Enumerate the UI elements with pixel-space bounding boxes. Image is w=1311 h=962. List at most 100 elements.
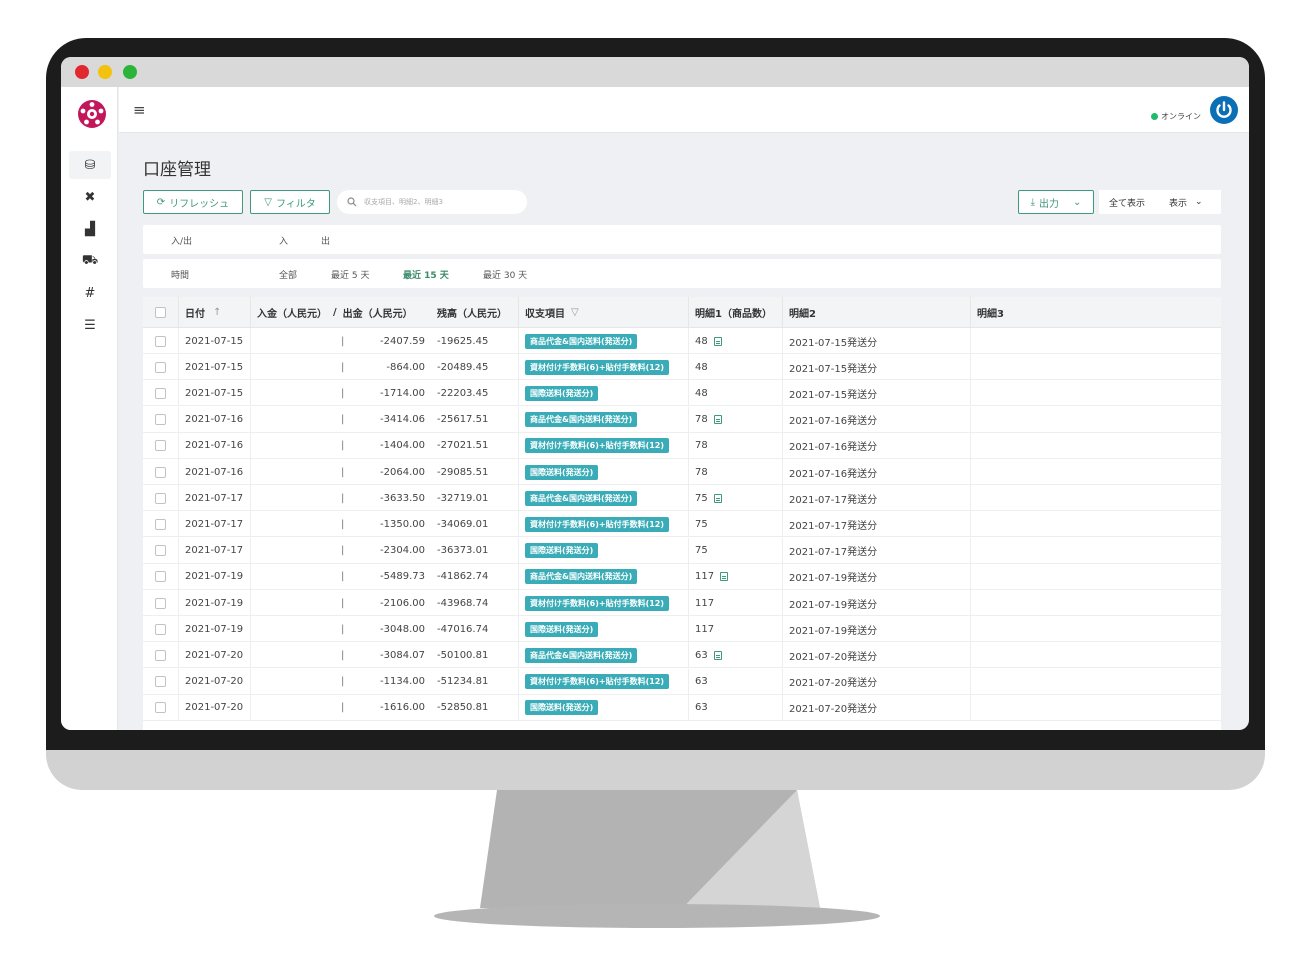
table-row[interactable]: 2021-07-16 | -1404.00 -27021.51 資材付け手数料(6)+貼… [143, 432, 1221, 459]
power-icon[interactable] [1209, 95, 1239, 125]
period-option-30[interactable]: 最近 30 天 [483, 268, 527, 281]
item-cell: 資材付け手数料(6)+貼付手数料(12) [519, 432, 689, 459]
balance-cell: -34069.01 [431, 511, 519, 538]
row-checkbox[interactable] [155, 623, 166, 635]
balance-value: -32719.01 [437, 492, 489, 504]
table-row[interactable]: 2021-07-19 | -3048.00 -47016.74 国際送料(発送分) 117… [143, 616, 1221, 643]
date-value: 2021-07-17 [185, 492, 244, 504]
item-cell: 国際送料(発送分) [519, 459, 689, 485]
detail2-value: 2021-07-17発送分 [789, 520, 878, 532]
table-row[interactable]: 2021-07-17 | -3633.50 -32719.01 商品代金&国内送料(発送… [143, 485, 1221, 512]
sidebar-item-factory[interactable]: ▟ [69, 215, 111, 243]
table-row[interactable]: 2021-07-15 | -2407.59 -19625.45 商品代金&国内送料(発送… [143, 328, 1221, 354]
date-value: 2021-07-19 [185, 571, 244, 583]
balance-value: -27021.51 [437, 440, 489, 452]
table-row[interactable]: 2021-07-15 | -864.00 -20489.45 資材付け手数料(6)+貼付… [143, 354, 1221, 381]
item-tag: 資材付け手数料(6)+貼付手数料(12) [525, 359, 670, 375]
table-row[interactable]: 2021-07-19 | -5489.73 -41862.74 商品代金&国内送料(発送… [143, 563, 1221, 590]
in-out-divider: | [341, 387, 345, 399]
detail1-cell: 78 [689, 432, 783, 459]
document-icon[interactable] [713, 493, 722, 503]
funnel-icon[interactable]: ▽ [571, 307, 579, 318]
io-option-out[interactable]: 出 [321, 234, 330, 247]
row-checkbox[interactable] [155, 702, 166, 714]
table-row[interactable]: 2021-07-17 | -2304.00 -36373.01 国際送料(発送分) 75 2… [143, 537, 1221, 564]
hash-icon: # [84, 285, 96, 301]
funnel-icon: ▽ [264, 196, 272, 208]
in-out-cell: | -5489.73 [251, 564, 431, 590]
table-row[interactable]: 2021-07-19 | -2106.00 -43968.74 資材付け手数料(6)+貼… [143, 590, 1221, 616]
date-value: 2021-07-20 [185, 649, 244, 661]
row-checkbox[interactable] [155, 518, 166, 530]
detail3-cell [971, 485, 1221, 511]
row-checkbox[interactable] [155, 649, 166, 661]
io-option-in[interactable]: 入 [279, 234, 288, 247]
table-row[interactable]: 2021-07-20 | -1134.00 -51234.81 資材付け手数料(6)+貼… [143, 668, 1221, 695]
row-checkbox[interactable] [155, 414, 166, 426]
search-input[interactable]: 収支項目、明細2、明細3 [337, 190, 527, 214]
row-checkbox[interactable] [155, 492, 166, 504]
refresh-button[interactable]: ⟳ リフレッシュ [143, 190, 243, 214]
date-cell: 2021-07-20 [179, 694, 251, 721]
detail1-value: 117 [695, 571, 715, 583]
minimize-window-button[interactable] [98, 65, 112, 79]
date-cell: 2021-07-19 [179, 563, 251, 590]
row-checkbox[interactable] [155, 571, 166, 583]
detail2-cell: 2021-07-16発送分 [783, 459, 971, 485]
row-checkbox[interactable] [155, 676, 166, 688]
row-checkbox[interactable] [155, 361, 166, 373]
export-button[interactable]: ⤓ 出力 ⌄ [1018, 190, 1094, 214]
sort-arrow-icon[interactable]: ↑ [213, 307, 221, 318]
select-all-checkbox[interactable] [155, 307, 166, 318]
item-cell: 商品代金&国内送料(発送分) [519, 406, 689, 433]
monitor-chin [46, 750, 1265, 790]
list-icon: ☰ [84, 317, 96, 333]
balance-value: -29085.51 [437, 466, 489, 478]
detail2-value: 2021-07-20発送分 [789, 704, 878, 716]
date-value: 2021-07-15 [185, 361, 244, 373]
row-select-cell [143, 537, 179, 564]
maximize-window-button[interactable] [123, 65, 137, 79]
close-window-button[interactable] [75, 65, 89, 79]
row-checkbox[interactable] [155, 597, 166, 609]
coins-icon: ⛁ [84, 157, 96, 173]
row-checkbox[interactable] [155, 545, 166, 557]
row-select-cell [143, 459, 179, 485]
period-option-5[interactable]: 最近 5 天 [331, 268, 369, 281]
sidebar-item-list[interactable]: ☰ [69, 311, 111, 339]
item-tag: 国際送料(発送分) [525, 464, 599, 480]
in-out-cell: | -1616.00 [251, 695, 431, 721]
out-value: -3633.50 [380, 492, 425, 504]
row-checkbox[interactable] [155, 387, 166, 399]
col-date[interactable]: 日付 ↑ [179, 297, 251, 328]
in-out-divider: | [341, 571, 345, 583]
table-row[interactable]: 2021-07-20 | -1616.00 -52850.81 国際送料(発送分) 63 2… [143, 694, 1221, 721]
sidebar-item-truck[interactable]: ⛟ [69, 247, 111, 275]
sidebar-item-coins[interactable]: ⛁ [69, 151, 111, 179]
document-icon[interactable] [713, 650, 722, 660]
menu-toggle-icon[interactable]: ≡ [133, 101, 146, 119]
document-icon[interactable] [713, 415, 722, 425]
document-icon[interactable] [713, 336, 722, 346]
document-icon[interactable] [720, 572, 729, 582]
detail1-cell: 78 [689, 459, 783, 485]
table-row[interactable]: 2021-07-15 | -1714.00 -22203.45 国際送料(発送分) 48 2… [143, 380, 1221, 407]
period-option-15[interactable]: 最近 15 天 [403, 268, 449, 281]
online-dot-icon [1151, 113, 1158, 120]
in-out-divider: | [341, 361, 345, 373]
period-option-all[interactable]: 全部 [279, 268, 297, 281]
table-row[interactable]: 2021-07-17 | -1350.00 -34069.01 資材付け手数料(6)+貼… [143, 511, 1221, 538]
detail1-value: 78 [695, 440, 708, 452]
sidebar-item-hash[interactable]: # [69, 279, 111, 307]
table-row[interactable]: 2021-07-16 | -2064.00 -29085.51 国際送料(発送分) 78 2… [143, 459, 1221, 485]
sidebar-item-close[interactable]: ✖ [69, 183, 111, 211]
detail2-cell: 2021-07-19発送分 [783, 590, 971, 616]
filter-button[interactable]: ▽ フィルタ [250, 190, 330, 214]
row-checkbox[interactable] [155, 335, 166, 347]
balance-value: -19625.45 [437, 335, 489, 347]
row-checkbox[interactable] [155, 466, 166, 478]
table-row[interactable]: 2021-07-16 | -3414.06 -25617.51 商品代金&国内送料(発送… [143, 406, 1221, 433]
table-row[interactable]: 2021-07-20 | -3084.07 -50100.81 商品代金&国内送料(発送… [143, 642, 1221, 669]
view-selector[interactable]: 全て表示 表示 ⌄ [1099, 190, 1221, 214]
row-checkbox[interactable] [155, 440, 166, 452]
